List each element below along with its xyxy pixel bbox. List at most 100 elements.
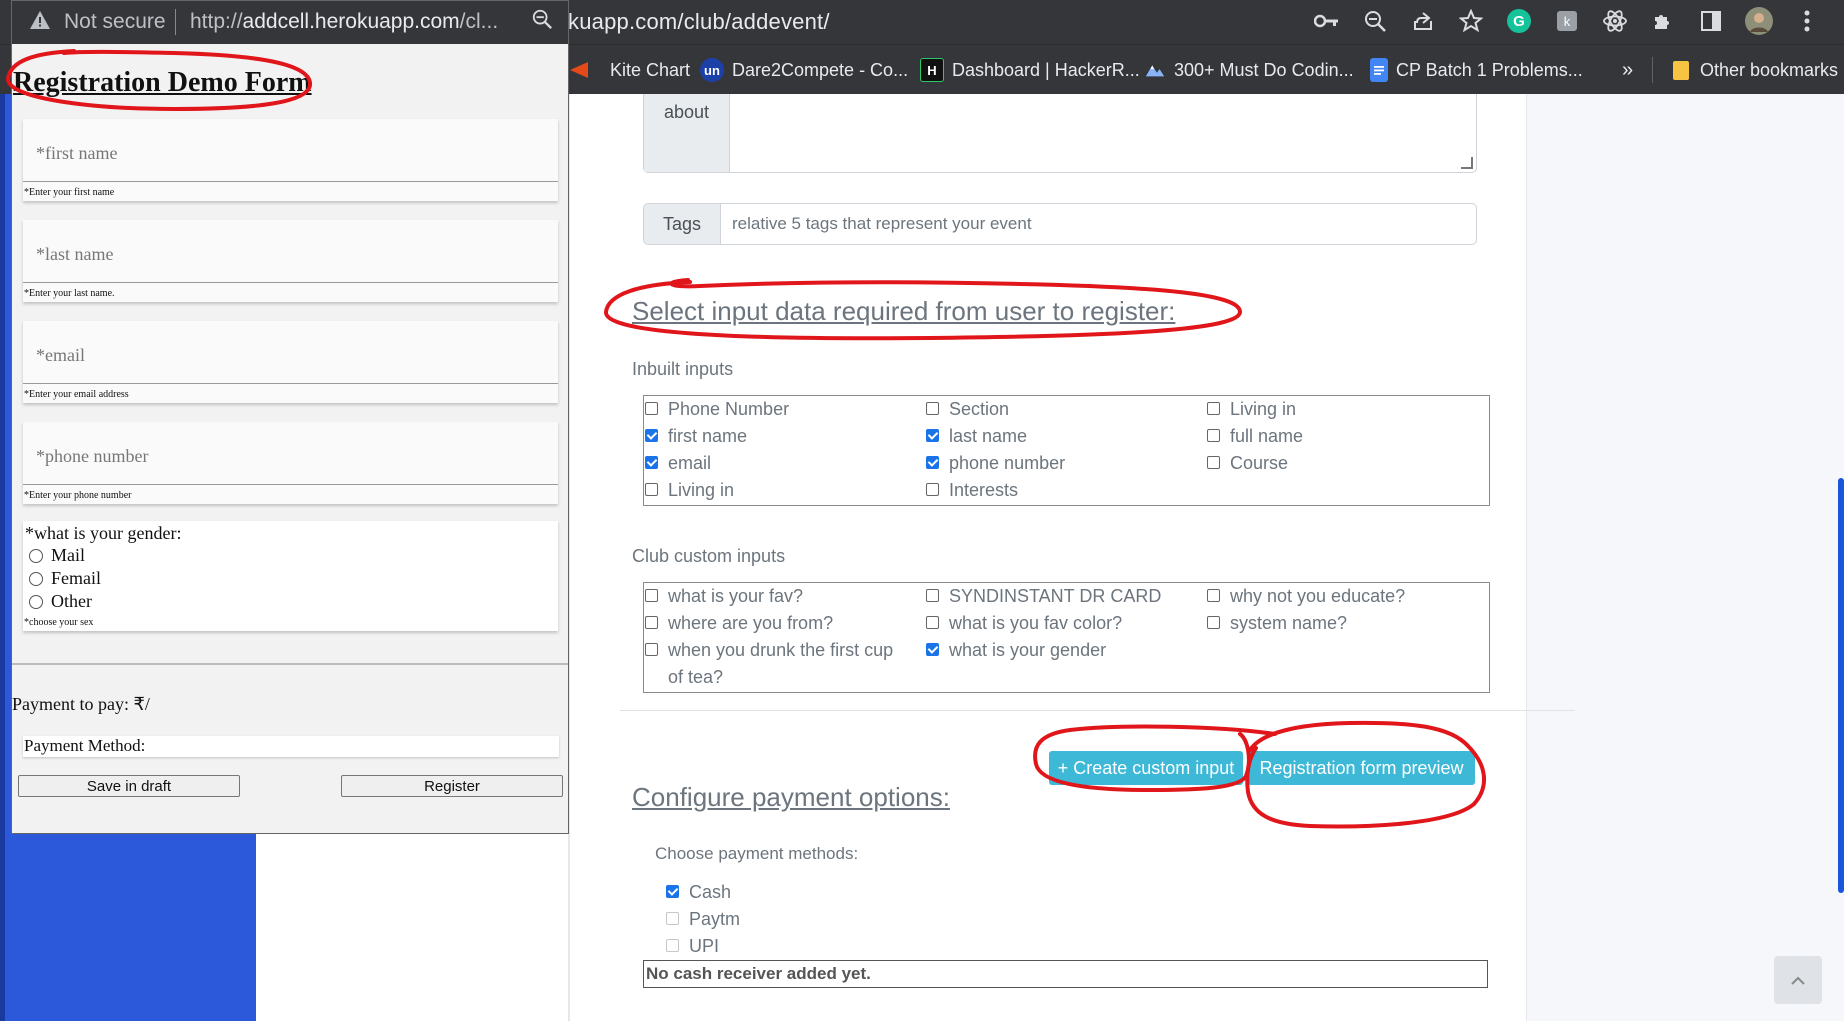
inbuilt-option[interactable]: email: [645, 450, 711, 477]
inbuilt-option[interactable]: last name: [926, 423, 1027, 450]
checkbox-checked[interactable]: [645, 456, 658, 469]
custom-option[interactable]: when you drunk the first cup of tea?: [645, 637, 907, 691]
checkbox-checked[interactable]: [926, 429, 939, 442]
inbuilt-option[interactable]: Section: [926, 396, 1009, 423]
custom-option[interactable]: why not you educate?: [1207, 583, 1405, 610]
email-field[interactable]: *email *Enter your email address: [23, 321, 558, 403]
checkbox[interactable]: [645, 483, 658, 496]
docs-icon: [1370, 58, 1388, 82]
custom-option[interactable]: where are you from?: [645, 610, 833, 637]
checkbox[interactable]: [645, 643, 658, 656]
main-address-bar[interactable]: kuapp.com/club/addevent/: [568, 9, 830, 35]
warning-icon[interactable]: [29, 9, 51, 37]
grammarly-icon[interactable]: G: [1504, 6, 1534, 36]
page-scrollbar[interactable]: [1838, 478, 1844, 893]
checkbox-checked[interactable]: [926, 643, 939, 656]
custom-option[interactable]: what is your fav?: [645, 583, 803, 610]
payment-method-field[interactable]: Payment Method:: [23, 736, 559, 757]
extension-k-icon[interactable]: k: [1552, 6, 1582, 36]
about-textarea[interactable]: about: [643, 94, 1477, 173]
kite-icon: [568, 59, 590, 81]
checkbox[interactable]: [1207, 456, 1220, 469]
side-panel-icon[interactable]: [1696, 6, 1726, 36]
checkbox[interactable]: [926, 402, 939, 415]
bookmark-cp-batch[interactable]: CP Batch 1 Problems...: [1370, 45, 1583, 95]
share-icon[interactable]: [1408, 6, 1438, 36]
inbuilt-option[interactable]: Living in: [1207, 396, 1296, 423]
payment-method-paytm[interactable]: Paytm: [666, 906, 740, 933]
checkbox[interactable]: [926, 483, 939, 496]
inbuilt-option[interactable]: Living in: [645, 477, 734, 504]
radio-button[interactable]: [29, 571, 43, 586]
inbuilt-option[interactable]: full name: [1207, 423, 1303, 450]
inbuilt-option[interactable]: phone number: [926, 450, 1065, 477]
custom-option[interactable]: system name?: [1207, 610, 1347, 637]
checkbox[interactable]: [666, 912, 679, 925]
zoom-icon[interactable]: [531, 8, 553, 36]
star-bookmark-icon[interactable]: [1456, 6, 1486, 36]
checkbox-checked[interactable]: [666, 885, 679, 898]
bookmark-label: Other bookmarks: [1700, 59, 1839, 80]
field-underline: [23, 484, 558, 485]
tags-input[interactable]: relative 5 tags that represent your even…: [732, 204, 1032, 244]
register-button[interactable]: Register: [341, 775, 563, 797]
bookmark-must-do-coding[interactable]: 300+ Must Do Codin...: [1144, 45, 1354, 95]
save-draft-button[interactable]: Save in draft: [18, 775, 240, 797]
gender-option-mail[interactable]: Mail: [29, 545, 85, 566]
svg-text:k: k: [1564, 14, 1571, 29]
radio-button[interactable]: [29, 548, 43, 563]
bookmark-hackerrank[interactable]: H Dashboard | HackerR...: [920, 45, 1140, 95]
first-name-field[interactable]: *first name *Enter your first name: [23, 119, 558, 201]
checkbox[interactable]: [1207, 429, 1220, 442]
profile-avatar[interactable]: [1744, 6, 1774, 36]
react-devtools-icon[interactable]: [1600, 6, 1630, 36]
registration-preview-button[interactable]: Registration form preview: [1248, 751, 1475, 785]
custom-option[interactable]: what is your gender: [926, 637, 1106, 664]
inbuilt-option[interactable]: Course: [1207, 450, 1288, 477]
option-label: full name: [1230, 426, 1304, 446]
kebab-menu-icon[interactable]: [1792, 6, 1822, 36]
resize-grip-icon[interactable]: [1461, 157, 1473, 169]
key-icon[interactable]: [1312, 6, 1342, 36]
checkbox[interactable]: [1207, 402, 1220, 415]
other-bookmarks[interactable]: Other bookmarks: [1670, 45, 1838, 95]
inbuilt-option[interactable]: Interests: [926, 477, 1018, 504]
zoom-icon[interactable]: [1360, 6, 1390, 36]
checkbox[interactable]: [645, 402, 658, 415]
last-name-field[interactable]: *last name *Enter your last name.: [23, 220, 558, 302]
checkbox[interactable]: [645, 589, 658, 602]
create-custom-input-button[interactable]: + Create custom input: [1049, 751, 1243, 785]
bookmark-label: CP Batch 1 Problems...: [1396, 59, 1583, 80]
checkbox[interactable]: [1207, 589, 1220, 602]
radio-button[interactable]: [29, 594, 43, 609]
gender-option-femail[interactable]: Femail: [29, 568, 101, 589]
gender-option-other[interactable]: Other: [29, 591, 92, 612]
option-label: SYNDINSTANT DR CARD: [949, 586, 1162, 606]
checkbox-checked[interactable]: [645, 429, 658, 442]
payment-method-upi[interactable]: UPI: [666, 933, 719, 960]
bookmark-dare2compete[interactable]: un Dare2Compete - Co...: [700, 45, 908, 95]
geeks-icon: [1144, 59, 1166, 81]
extensions-puzzle-icon[interactable]: [1648, 6, 1678, 36]
checkbox[interactable]: [926, 616, 939, 629]
option-label: what is you fav color?: [949, 613, 1123, 633]
phone-number-field[interactable]: *phone number *Enter your phone number: [23, 422, 558, 504]
url-prefix: http://: [190, 10, 243, 33]
not-secure-label[interactable]: Not secure: [64, 10, 166, 34]
more-bookmarks-button[interactable]: »: [1622, 45, 1633, 95]
field-underline: [23, 282, 558, 283]
custom-option[interactable]: SYNDINSTANT DR CARD: [926, 583, 1161, 610]
checkbox[interactable]: [645, 616, 658, 629]
option-label: UPI: [689, 936, 720, 956]
checkbox[interactable]: [1207, 616, 1220, 629]
popup-url[interactable]: http://addcell.herokuapp.com/cl...: [190, 10, 498, 34]
scroll-to-top-button[interactable]: [1774, 956, 1822, 1004]
checkbox[interactable]: [926, 589, 939, 602]
bookmark-kite-chart[interactable]: Kite Chart: [568, 45, 690, 95]
checkbox-checked[interactable]: [926, 456, 939, 469]
checkbox[interactable]: [666, 939, 679, 952]
inbuilt-option[interactable]: Phone Number: [645, 396, 789, 423]
custom-option[interactable]: what is you fav color?: [926, 610, 1122, 637]
payment-method-cash[interactable]: Cash: [666, 879, 731, 906]
inbuilt-option[interactable]: first name: [645, 423, 747, 450]
